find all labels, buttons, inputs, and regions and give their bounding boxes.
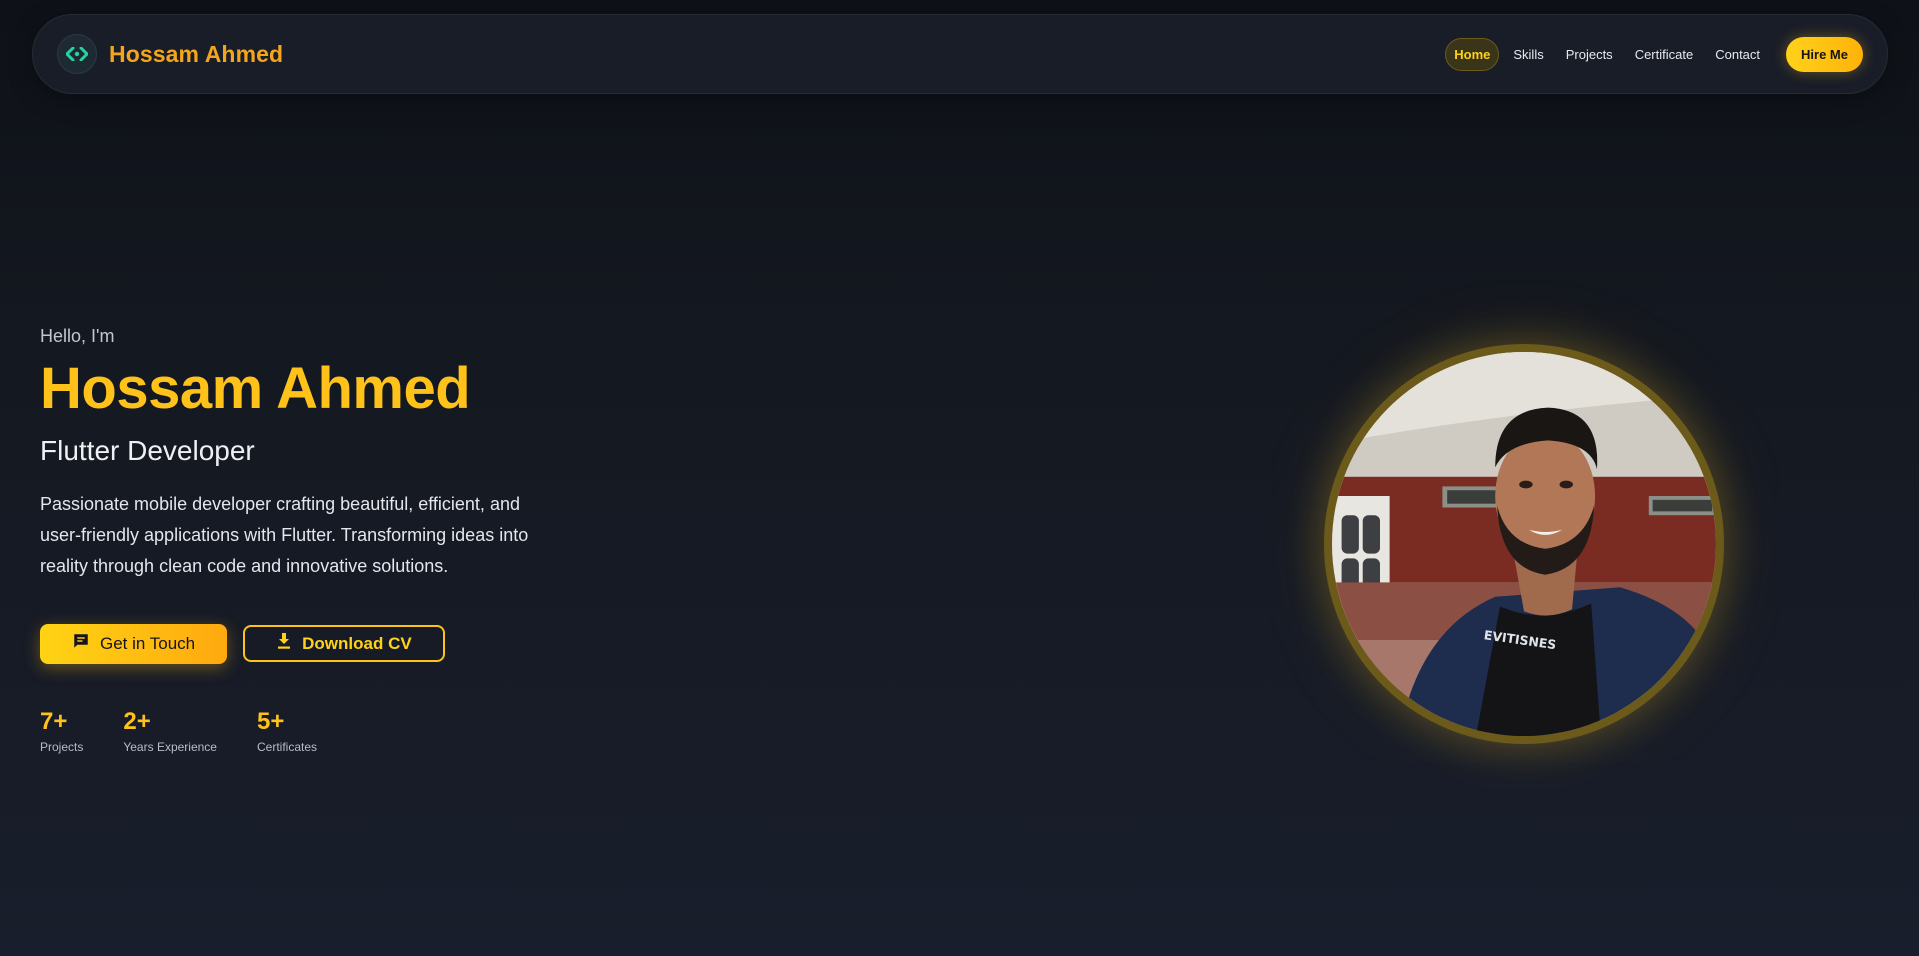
stat-label: Years Experience [123,739,217,754]
stat-certificates: 5+ Certificates [257,708,317,754]
stat-value: 7+ [40,707,68,735]
stat-label: Projects [40,739,84,754]
profile-photo: EVITISNES [1324,344,1724,744]
nav-link-home[interactable]: Home [1445,37,1500,71]
brand-name: Hossam Ahmed [109,40,284,67]
stat-experience: 2+ Years Experience [123,708,217,754]
navbar: Hossam Ahmed Home Skills Projects Certif… [32,14,1888,94]
stat-value: 2+ [123,707,151,735]
nav-links: Home Skills Projects Certificate Contact… [1445,36,1863,72]
get-in-touch-button[interactable]: Get in Touch [40,623,228,664]
nav-link-certificate[interactable]: Certificate [1627,39,1702,70]
download-cv-button[interactable]: Download CV [243,625,445,663]
stat-label: Certificates [256,739,318,754]
nav-link-contact[interactable]: Contact [1707,39,1768,70]
nav-link-skills[interactable]: Skills [1505,39,1551,70]
download-cv-label: Download CV [302,633,412,653]
hero-role: Flutter Developer [40,434,255,466]
hero-section: Hello, I'm Hossam Ahmed Flutter Develope… [40,326,600,754]
stats: 7+ Projects 2+ Years Experience 5+ Certi… [40,708,600,754]
hero-greeting: Hello, I'm [40,326,115,346]
cta-row: Get in Touch Download CV [40,623,600,664]
download-icon [276,632,292,655]
get-in-touch-label: Get in Touch [100,633,196,653]
chat-icon [72,632,90,655]
hero-name: Hossam Ahmed [40,356,471,421]
brand[interactable]: Hossam Ahmed [57,34,283,74]
stat-value: 5+ [256,707,285,735]
stat-projects: 7+ Projects [40,708,83,754]
hero-description: Passionate mobile developer crafting bea… [40,493,529,576]
code-icon [57,34,97,74]
hire-me-button[interactable]: Hire Me [1786,36,1863,72]
nav-link-projects[interactable]: Projects [1558,39,1621,70]
